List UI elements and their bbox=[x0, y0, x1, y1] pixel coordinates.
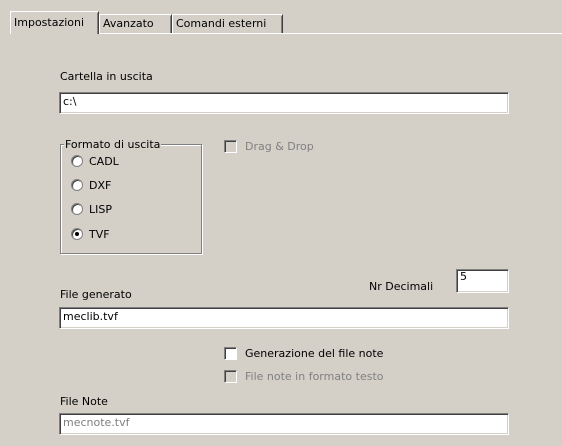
note-generation-label: Generazione del file note bbox=[245, 347, 384, 360]
radio-label: TVF bbox=[89, 228, 110, 241]
radio-cadl[interactable]: CADL bbox=[71, 154, 119, 170]
drag-drop-label: Drag & Drop bbox=[245, 140, 314, 153]
radio-button-checked-icon bbox=[71, 228, 83, 240]
tab-avanzato[interactable]: Avanzato bbox=[99, 14, 172, 33]
tab-label: Impostazioni bbox=[14, 16, 85, 29]
radio-dxf[interactable]: DXF bbox=[71, 178, 111, 194]
note-file-input[interactable]: mecnote.tvf bbox=[59, 413, 509, 435]
radio-button-icon bbox=[71, 155, 83, 167]
radio-label: CADL bbox=[89, 155, 119, 168]
checkbox-icon bbox=[224, 139, 237, 153]
checkbox-icon bbox=[224, 346, 237, 360]
note-text-format-label: File note in formato testo bbox=[245, 370, 384, 383]
tab-label: Comandi esterni bbox=[176, 17, 267, 30]
radio-label: LISP bbox=[89, 203, 112, 216]
radio-lisp[interactable]: LISP bbox=[71, 202, 112, 218]
decimals-input[interactable]: 5 bbox=[456, 269, 509, 293]
radio-tvf[interactable]: TVF bbox=[71, 227, 110, 243]
drag-drop-checkbox[interactable]: Drag & Drop bbox=[224, 139, 314, 155]
generated-file-input[interactable]: meclib.tvf bbox=[59, 307, 509, 329]
output-folder-input[interactable]: c:\ bbox=[59, 92, 509, 114]
output-format-title: Formato di uscita bbox=[64, 138, 162, 151]
decimals-label: Nr Decimali bbox=[369, 280, 434, 293]
output-folder-label: Cartella in uscita bbox=[60, 70, 153, 83]
tab-impostazioni[interactable]: Impostazioni bbox=[10, 11, 99, 34]
tab-label: Avanzato bbox=[103, 17, 154, 30]
radio-button-icon bbox=[71, 179, 83, 191]
note-generation-checkbox[interactable]: Generazione del file note bbox=[224, 346, 383, 362]
checkbox-icon bbox=[224, 369, 237, 383]
note-file-label: File Note bbox=[60, 395, 108, 408]
radio-label: DXF bbox=[89, 179, 112, 192]
generated-file-label: File generato bbox=[60, 288, 132, 301]
note-text-format-checkbox[interactable]: File note in formato testo bbox=[224, 369, 384, 385]
radio-button-icon bbox=[71, 203, 83, 215]
tab-comandi-esterni[interactable]: Comandi esterni bbox=[172, 14, 283, 33]
